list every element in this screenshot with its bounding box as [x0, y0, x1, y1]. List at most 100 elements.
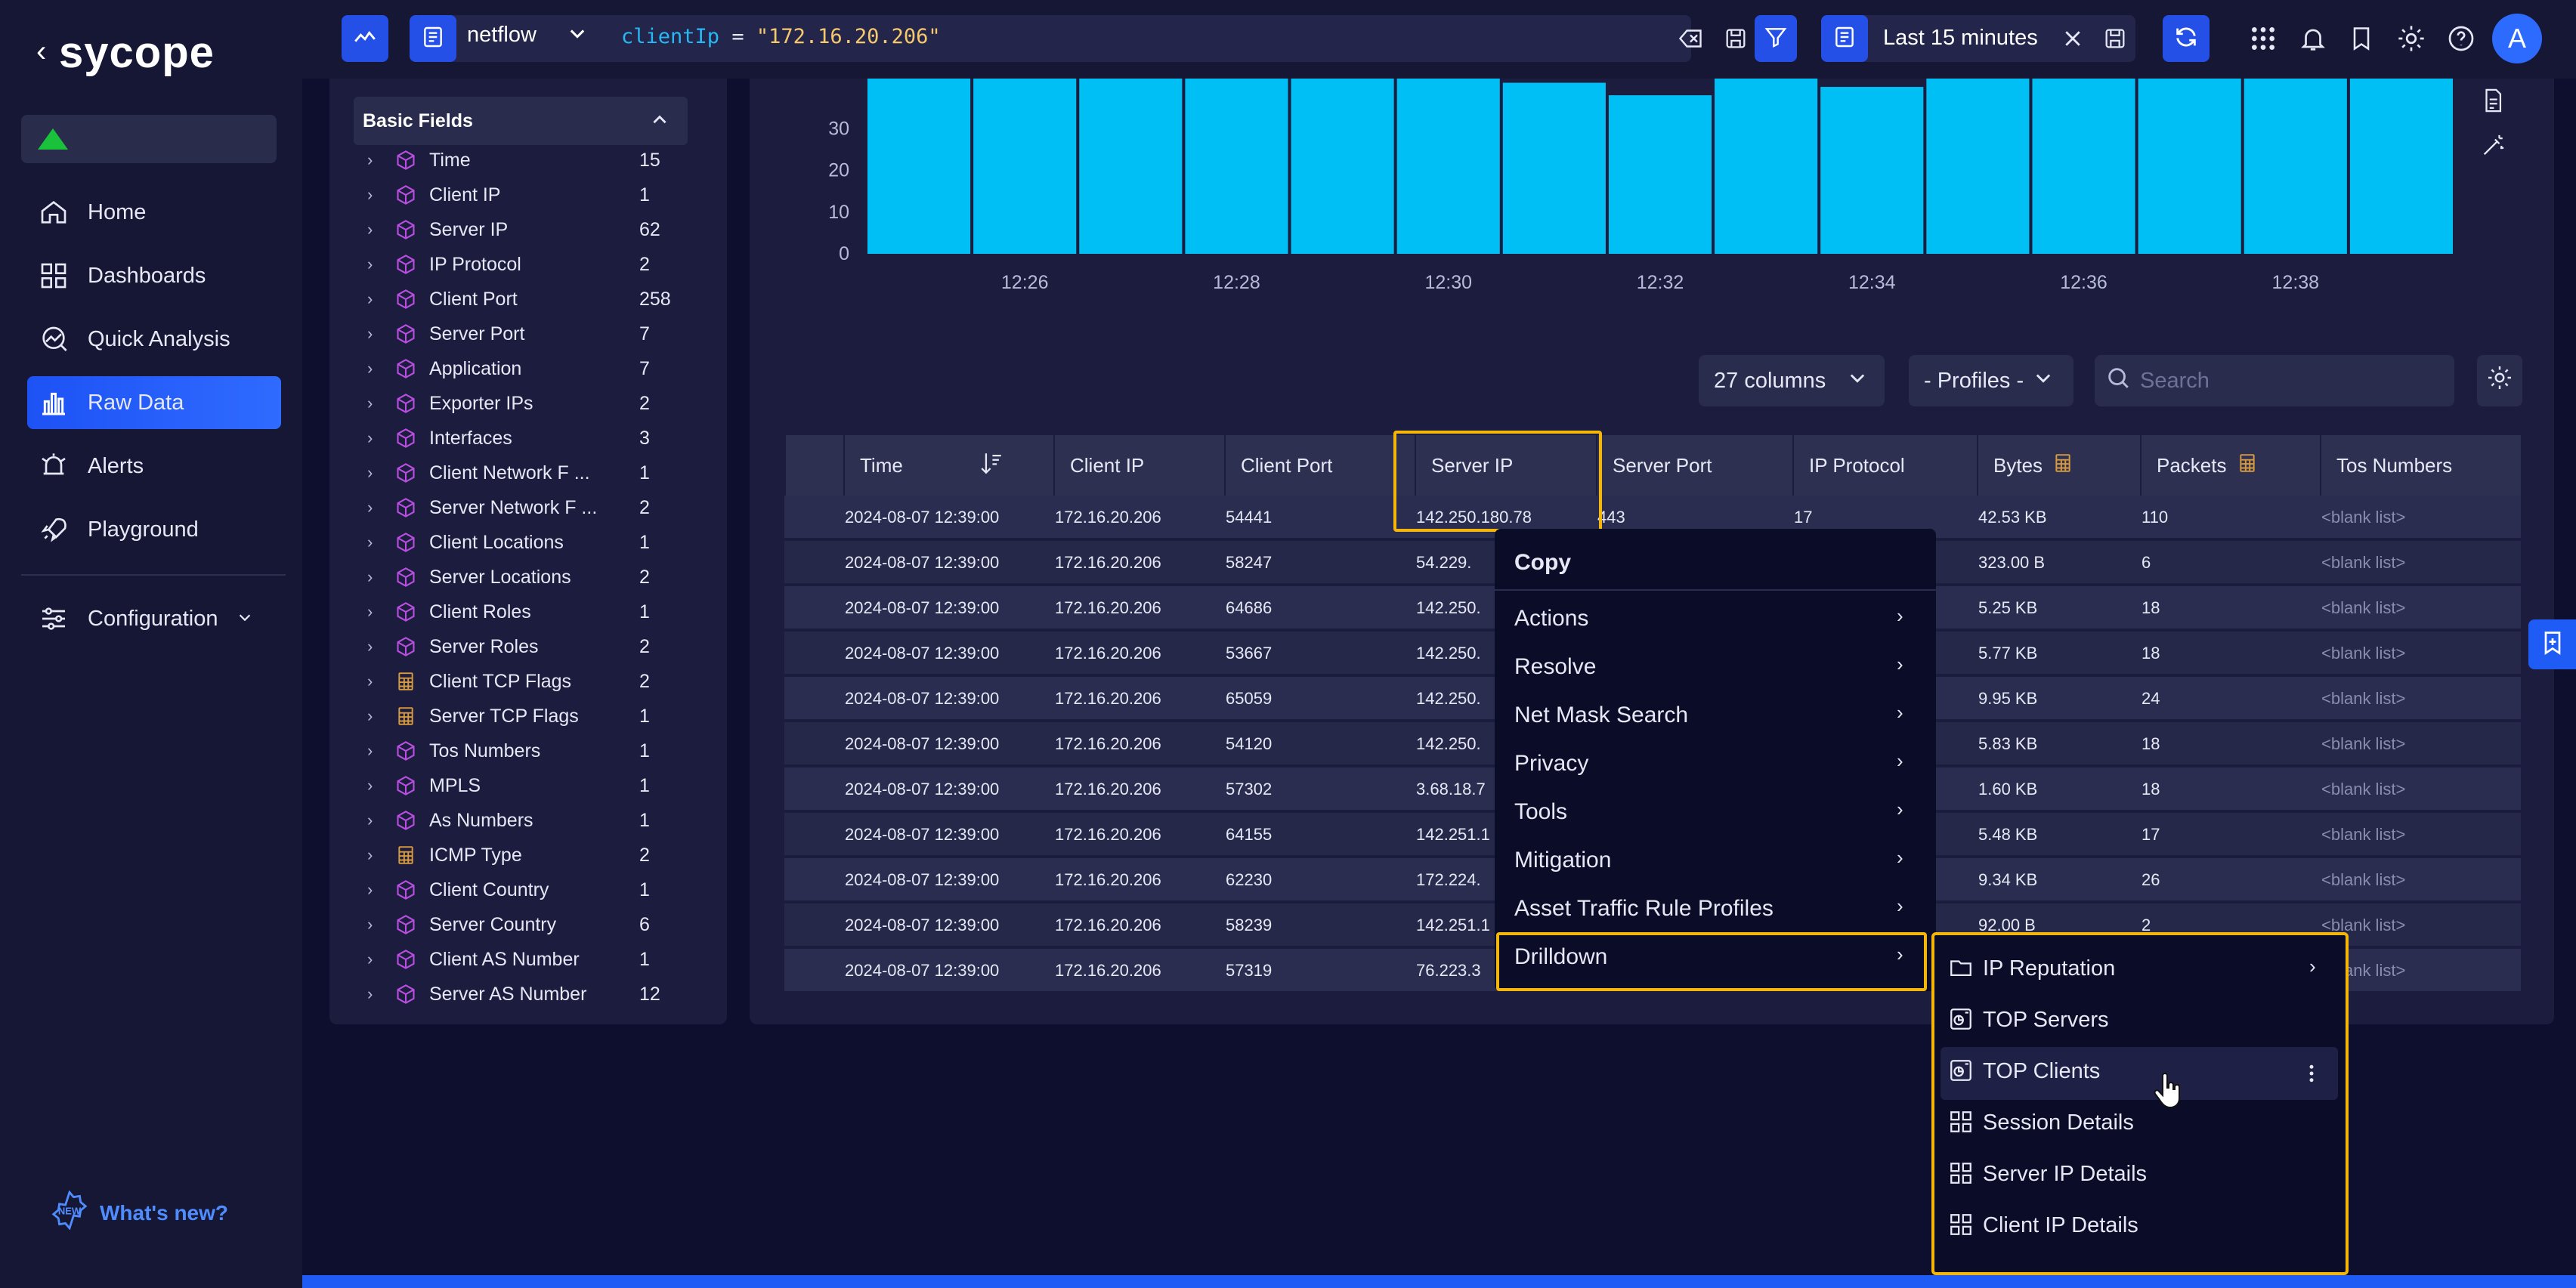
- time-range-label[interactable]: Last 15 minutes: [1883, 26, 2038, 51]
- table-cell[interactable]: 2024-08-07 12:39:00: [845, 825, 999, 845]
- table-cell[interactable]: 17: [2142, 825, 2160, 845]
- context-menu-item[interactable]: Mitigation: [1514, 848, 1611, 873]
- chevron-right-icon[interactable]: ›: [367, 984, 384, 1004]
- table-cell[interactable]: 6: [2142, 553, 2151, 573]
- table-cell[interactable]: 54120: [1226, 734, 1272, 754]
- whats-new-link[interactable]: NEW What's new?: [50, 1190, 228, 1235]
- table-cell[interactable]: 17: [1794, 508, 1812, 527]
- table-cell[interactable]: 2024-08-07 12:39:00: [845, 870, 999, 890]
- table-cell[interactable]: <blank list>: [2321, 644, 2405, 663]
- table-cell[interactable]: 2024-08-07 12:39:00: [845, 780, 999, 799]
- column-header[interactable]: Time: [843, 435, 1053, 496]
- chevron-right-icon[interactable]: ›: [367, 950, 384, 969]
- chevron-right-icon[interactable]: ›: [367, 463, 384, 483]
- field-row[interactable]: › Client Country 1: [367, 873, 685, 907]
- chart-bar[interactable]: [867, 79, 971, 254]
- table-cell[interactable]: <blank list>: [2321, 689, 2405, 709]
- field-row[interactable]: › Server IP 62: [367, 212, 685, 247]
- table-cell[interactable]: 2024-08-07 12:39:00: [845, 689, 999, 709]
- context-menu-item[interactable]: Tools: [1514, 799, 1567, 825]
- chevron-right-icon[interactable]: ›: [367, 533, 384, 552]
- submenu-item[interactable]: TOP Clients: [1983, 1059, 2100, 1084]
- field-row[interactable]: › Server Roles 2: [367, 629, 685, 664]
- chart-bar[interactable]: [973, 79, 1077, 254]
- field-row[interactable]: › Client AS Number 1: [367, 942, 685, 977]
- chevron-right-icon[interactable]: ›: [367, 359, 384, 378]
- column-header[interactable]: Tos Numbers: [2320, 435, 2519, 496]
- search-input[interactable]: Search: [2095, 355, 2454, 406]
- query-text[interactable]: clientIp = "172.16.20.206": [621, 25, 941, 48]
- clear-time-icon[interactable]: [2055, 21, 2090, 56]
- table-cell[interactable]: 57319: [1226, 961, 1272, 981]
- chart-bar[interactable]: [2244, 79, 2347, 254]
- table-cell[interactable]: 58239: [1226, 916, 1272, 935]
- field-row[interactable]: › Server Locations 2: [367, 560, 685, 595]
- chevron-down-icon[interactable]: [567, 23, 588, 48]
- chevron-right-icon[interactable]: ›: [367, 394, 384, 413]
- save-query-icon[interactable]: [1718, 21, 1753, 56]
- table-cell[interactable]: <blank list>: [2321, 508, 2405, 527]
- chevron-right-icon[interactable]: ›: [367, 428, 384, 448]
- table-cell[interactable]: 323.00 B: [1978, 553, 2045, 573]
- table-cell[interactable]: 3.68.18.7: [1416, 780, 1486, 799]
- context-menu-item[interactable]: Actions: [1514, 606, 1588, 632]
- column-header[interactable]: Client IP: [1053, 435, 1224, 496]
- chart-bar[interactable]: [1715, 79, 1818, 254]
- chevron-right-icon[interactable]: ›: [367, 776, 384, 795]
- table-cell[interactable]: 64155: [1226, 825, 1272, 845]
- submenu-item[interactable]: Client IP Details: [1983, 1213, 2138, 1238]
- chevron-right-icon[interactable]: ›: [367, 672, 384, 691]
- nav-item-dashboards[interactable]: Dashboards: [27, 249, 281, 302]
- field-row[interactable]: › Server TCP Flags 1: [367, 699, 685, 734]
- column-header[interactable]: Server Port: [1596, 435, 1792, 496]
- table-cell[interactable]: 2024-08-07 12:39:00: [845, 734, 999, 754]
- avatar[interactable]: A: [2492, 14, 2542, 63]
- chart-bar[interactable]: [1926, 79, 2030, 254]
- table-settings-button[interactable]: [2477, 355, 2522, 406]
- field-row[interactable]: › Client Roles 1: [367, 595, 685, 629]
- more-vertical-icon[interactable]: [2294, 1056, 2329, 1091]
- table-cell[interactable]: 42.53 KB: [1978, 508, 2047, 527]
- table-cell[interactable]: 172.16.20.206: [1055, 780, 1161, 799]
- table-cell[interactable]: 76.223.3: [1416, 961, 1481, 981]
- field-row[interactable]: › Time 15: [367, 143, 685, 178]
- table-cell[interactable]: 172.16.20.206: [1055, 961, 1161, 981]
- table-cell[interactable]: 5.83 KB: [1978, 734, 2037, 754]
- table-cell[interactable]: 57302: [1226, 780, 1272, 799]
- refresh-button[interactable]: [2163, 15, 2210, 62]
- table-cell[interactable]: 18: [2142, 644, 2160, 663]
- field-row[interactable]: › Server Country 6: [367, 907, 685, 942]
- chevron-right-icon[interactable]: ›: [367, 811, 384, 830]
- submenu-item[interactable]: Session Details: [1983, 1110, 2134, 1135]
- context-menu-item[interactable]: Asset Traffic Rule Profiles: [1514, 896, 1774, 922]
- field-row[interactable]: › Client Locations 1: [367, 525, 685, 560]
- chevron-right-icon[interactable]: ›: [367, 567, 384, 587]
- field-row[interactable]: › Interfaces 3: [367, 421, 685, 456]
- nav-item-quick-analysis[interactable]: Quick Analysis: [27, 313, 281, 366]
- table-cell[interactable]: <blank list>: [2321, 553, 2405, 573]
- save-time-icon[interactable]: [2098, 21, 2132, 56]
- profiles-select[interactable]: - Profiles -: [1909, 355, 2073, 406]
- field-row[interactable]: › Client IP 1: [367, 178, 685, 212]
- chevron-right-icon[interactable]: ›: [367, 602, 384, 622]
- chevron-right-icon[interactable]: ›: [367, 637, 384, 656]
- context-menu-item[interactable]: Privacy: [1514, 751, 1588, 777]
- clear-query-icon[interactable]: [1673, 21, 1708, 56]
- table-cell[interactable]: <blank list>: [2321, 598, 2405, 618]
- chevron-right-icon[interactable]: ›: [367, 150, 384, 170]
- table-cell[interactable]: <blank list>: [2321, 825, 2405, 845]
- visualization-toggle-button[interactable]: [342, 15, 388, 62]
- report-icon[interactable]: [2475, 83, 2510, 118]
- table-cell[interactable]: 64686: [1226, 598, 1272, 618]
- table-cell[interactable]: 5.77 KB: [1978, 644, 2037, 663]
- table-cell[interactable]: 2024-08-07 12:39:00: [845, 916, 999, 935]
- table-cell[interactable]: 142.251.1: [1416, 825, 1490, 845]
- field-row[interactable]: › As Numbers 1: [367, 803, 685, 838]
- chart-bar[interactable]: [2349, 79, 2453, 254]
- table-cell[interactable]: 172.16.20.206: [1055, 553, 1161, 573]
- chevron-right-icon[interactable]: ›: [367, 741, 384, 761]
- table-cell[interactable]: 172.224.: [1416, 870, 1481, 890]
- chevron-right-icon[interactable]: ›: [367, 324, 384, 344]
- chart-bar[interactable]: [1185, 79, 1288, 254]
- table-cell[interactable]: 142.250.: [1416, 644, 1481, 663]
